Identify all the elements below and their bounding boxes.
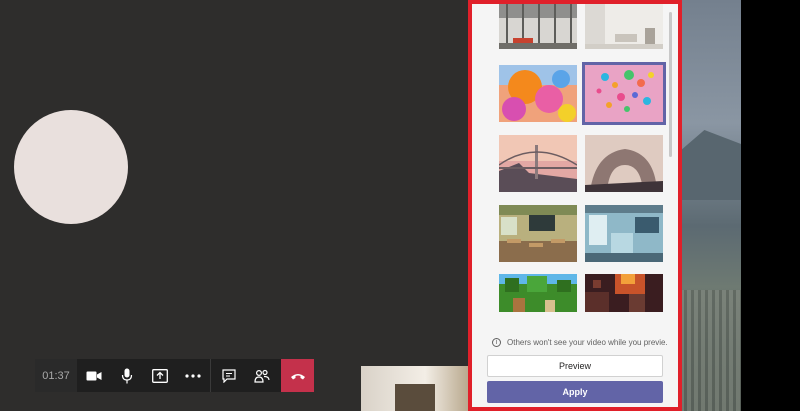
info-icon: i [492,338,501,347]
city-backdrop [680,290,741,411]
mic-toggle-button[interactable] [110,359,143,392]
meeting-window: 01:37 i Others won't see your video whil… [0,0,800,411]
video-toggle-button[interactable] [77,359,110,392]
background-video-area [680,0,741,411]
call-toolbar: 01:37 [35,359,314,392]
more-options-icon [184,373,201,378]
background-thumb-office-atrium[interactable] [499,4,577,49]
share-screen-button[interactable] [143,359,176,392]
preview-button[interactable]: Preview [487,355,663,377]
preview-notice-text: Others won't see your video while you pr… [507,338,668,347]
background-thumb-rock-arch[interactable] [585,135,663,192]
call-timer: 01:37 [35,359,77,392]
participants-icon [253,369,270,383]
background-thumb-minecraft-green[interactable] [499,274,577,312]
background-thumb-classroom[interactable] [499,205,577,262]
participant-avatar [14,110,128,224]
background-thumb-bridge-sunset[interactable] [499,135,577,192]
preview-notice: i Others won't see your video while you … [492,338,668,347]
video-letterbox [741,0,800,411]
background-thumb-lab-office[interactable] [585,205,663,262]
background-thumb-white-room[interactable] [585,4,663,49]
background-thumb-minecraft-lava[interactable] [585,274,663,312]
hang-up-icon [290,373,305,379]
video-camera-icon [86,371,101,380]
background-thumb-orange-balloons[interactable] [499,65,577,122]
self-video-preview [361,366,468,411]
apply-button[interactable]: Apply [487,381,663,403]
panel-scrollbar-thumb[interactable] [669,12,672,157]
more-options-button[interactable] [176,359,209,392]
chat-button[interactable] [212,359,245,392]
share-screen-icon [151,368,168,383]
self-video-door [395,384,435,411]
microphone-icon [121,368,132,383]
participants-button[interactable] [245,359,278,392]
hang-up-button[interactable] [281,359,314,392]
background-effects-panel: i Others won't see your video while you … [468,0,682,411]
toolbar-divider [210,359,211,392]
chat-icon [221,368,236,383]
mountain-backdrop [680,130,741,200]
background-thumb-pink-balls[interactable] [582,62,666,125]
